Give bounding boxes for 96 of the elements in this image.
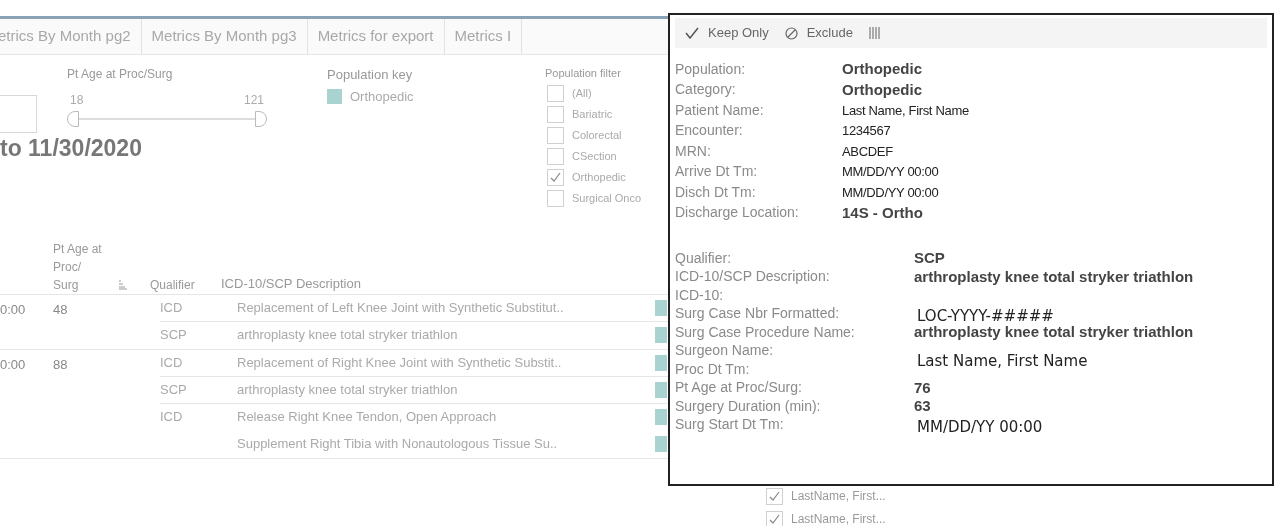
- field-value: Last Name, First Name: [842, 101, 969, 120]
- tab[interactable]: Metrics I: [444, 19, 523, 54]
- check-icon: [769, 490, 780, 502]
- field-label: Disch Dt Tm:: [675, 182, 757, 202]
- filter-option[interactable]: Surgical Onco: [572, 190, 642, 207]
- field-label: Surg Case Procedure Name:: [675, 322, 856, 342]
- field-label: Category:: [675, 80, 737, 100]
- field-value: MM/DD/YY 00:00: [916, 416, 1043, 438]
- field-value: MM/DD/YY 00:00: [842, 163, 939, 181]
- field-label: Surg Case Nbr Formatted:: [675, 304, 841, 324]
- field-value: 76: [914, 377, 931, 398]
- field-label: ICD-10:: [675, 285, 725, 305]
- population-marker: [655, 436, 667, 452]
- tooltip-action[interactable]: Exclude: [784, 23, 853, 43]
- table-cell-text: arthroplasty knee total stryker triathlon: [237, 326, 459, 345]
- tooltip-action[interactable]: [868, 27, 881, 39]
- filter-option[interactable]: LastName, First...: [791, 487, 886, 505]
- field-label: Qualifier:: [675, 248, 733, 268]
- range-min: 18: [70, 91, 84, 109]
- field-value: 63: [914, 396, 931, 416]
- prohibited-icon: [784, 26, 798, 40]
- table-cell: ICD: [160, 354, 183, 370]
- column-header[interactable]: Pt Age at Proc/ Surg: [53, 239, 108, 294]
- field-label: Arrive Dt Tm:: [675, 162, 759, 182]
- filter-option[interactable]: (All): [572, 85, 592, 102]
- field-value: arthroplasty knee total stryker triathlon: [914, 266, 1194, 287]
- table-cell-text: Release Right Knee Tendon, Open Approach: [237, 408, 498, 427]
- table-cell: SCP: [160, 327, 187, 343]
- checkbox[interactable]: [547, 190, 564, 207]
- field-value: Last Name, First Name: [916, 350, 1088, 372]
- field-label: Pt Age at Proc/Surg:: [675, 378, 803, 398]
- tab[interactable]: Metrics for export: [307, 19, 445, 54]
- table-cell-text: 88: [53, 355, 69, 374]
- checkbox[interactable]: [547, 85, 564, 102]
- field-value: SCP: [914, 248, 945, 268]
- check-icon: [685, 27, 699, 39]
- filter-option[interactable]: CSection: [572, 148, 617, 165]
- column-header[interactable]: ICD-10/SCP Description: [221, 274, 361, 294]
- column-header[interactable]: Qualifier: [150, 275, 221, 294]
- field-label: Proc Dt Tm:: [675, 359, 751, 379]
- columns-icon: [868, 27, 881, 39]
- field-label: Discharge Location:: [675, 203, 800, 223]
- filter-option[interactable]: LastName, First...: [791, 510, 886, 526]
- checkbox[interactable]: [547, 169, 564, 186]
- checkbox[interactable]: [766, 510, 783, 526]
- field-label: ICD-10/SCP Description:: [675, 267, 831, 287]
- table-cell: SCP: [160, 381, 187, 397]
- slider-handle[interactable]: [67, 110, 79, 127]
- slider-handle[interactable]: [255, 110, 267, 127]
- table-cell-text: Replacement of Left Knee Joint with Synthetic Substitut..: [237, 298, 565, 317]
- tooltip-action[interactable]: Keep Only: [685, 23, 769, 43]
- filter-title: Pt Age at Proc/Surg: [67, 65, 174, 83]
- field-label: Surgery Duration (min):: [675, 396, 822, 416]
- checkbox[interactable]: [547, 127, 564, 144]
- field-value: ABCDEF: [842, 142, 893, 161]
- field-value: Orthopedic: [842, 79, 922, 100]
- slider-track[interactable]: [67, 110, 267, 127]
- filter-option[interactable]: Orthopedic: [572, 169, 626, 186]
- field-label: Encounter:: [675, 121, 744, 141]
- table-cell-text: Supplement Right Tibia with Nonautologous Tissue Su..: [237, 435, 559, 454]
- legend-title: Population key: [327, 65, 414, 84]
- population-marker: [655, 327, 667, 343]
- field-label: MRN:: [675, 141, 712, 161]
- range-max: 121: [243, 91, 264, 109]
- population-marker: [655, 381, 667, 398]
- field-value: MM/DD/YY 00:00: [842, 183, 939, 202]
- population-marker: [655, 409, 667, 425]
- population-marker: [655, 354, 667, 371]
- filter-option[interactable]: Colorectal: [572, 127, 622, 144]
- table-cell-text: Replacement of Right Knee Joint with Synthetic Substit..: [237, 353, 563, 372]
- table-cell-text: 0:00: [0, 300, 27, 319]
- sort-icon[interactable]: [118, 279, 128, 290]
- input-field[interactable]: [0, 94, 37, 133]
- field-label: Surgeon Name:: [675, 341, 775, 361]
- check-icon: [550, 172, 561, 183]
- tab[interactable]: Metrics By Month pg3: [141, 19, 308, 54]
- field-value: 14S - Ortho: [842, 202, 923, 223]
- checkbox[interactable]: [547, 148, 564, 165]
- checkbox[interactable]: [766, 487, 783, 505]
- checkbox[interactable]: [547, 106, 564, 123]
- field-label: Patient Name:: [675, 100, 765, 120]
- field-value: Orthopedic: [842, 59, 922, 79]
- filter-option[interactable]: Bariatric: [572, 106, 613, 123]
- table-cell-text: arthroplasty knee total stryker triathlon: [237, 380, 459, 399]
- check-icon: [769, 513, 780, 525]
- field-value: 1234567: [842, 122, 891, 140]
- table-cell-text: 48: [53, 300, 69, 319]
- date-range-title: to 11/30/2020: [0, 134, 142, 163]
- filter-title: Population filter: [545, 65, 622, 81]
- legend-label: Orthopedic: [350, 88, 414, 106]
- population-marker: [655, 299, 667, 316]
- table-cell: ICD: [160, 299, 183, 315]
- field-label: Surg Start Dt Tm:: [675, 415, 785, 435]
- table-cell: ICD: [160, 409, 183, 425]
- field-label: Population:: [675, 59, 747, 79]
- table-cell-text: 0:00: [0, 355, 27, 374]
